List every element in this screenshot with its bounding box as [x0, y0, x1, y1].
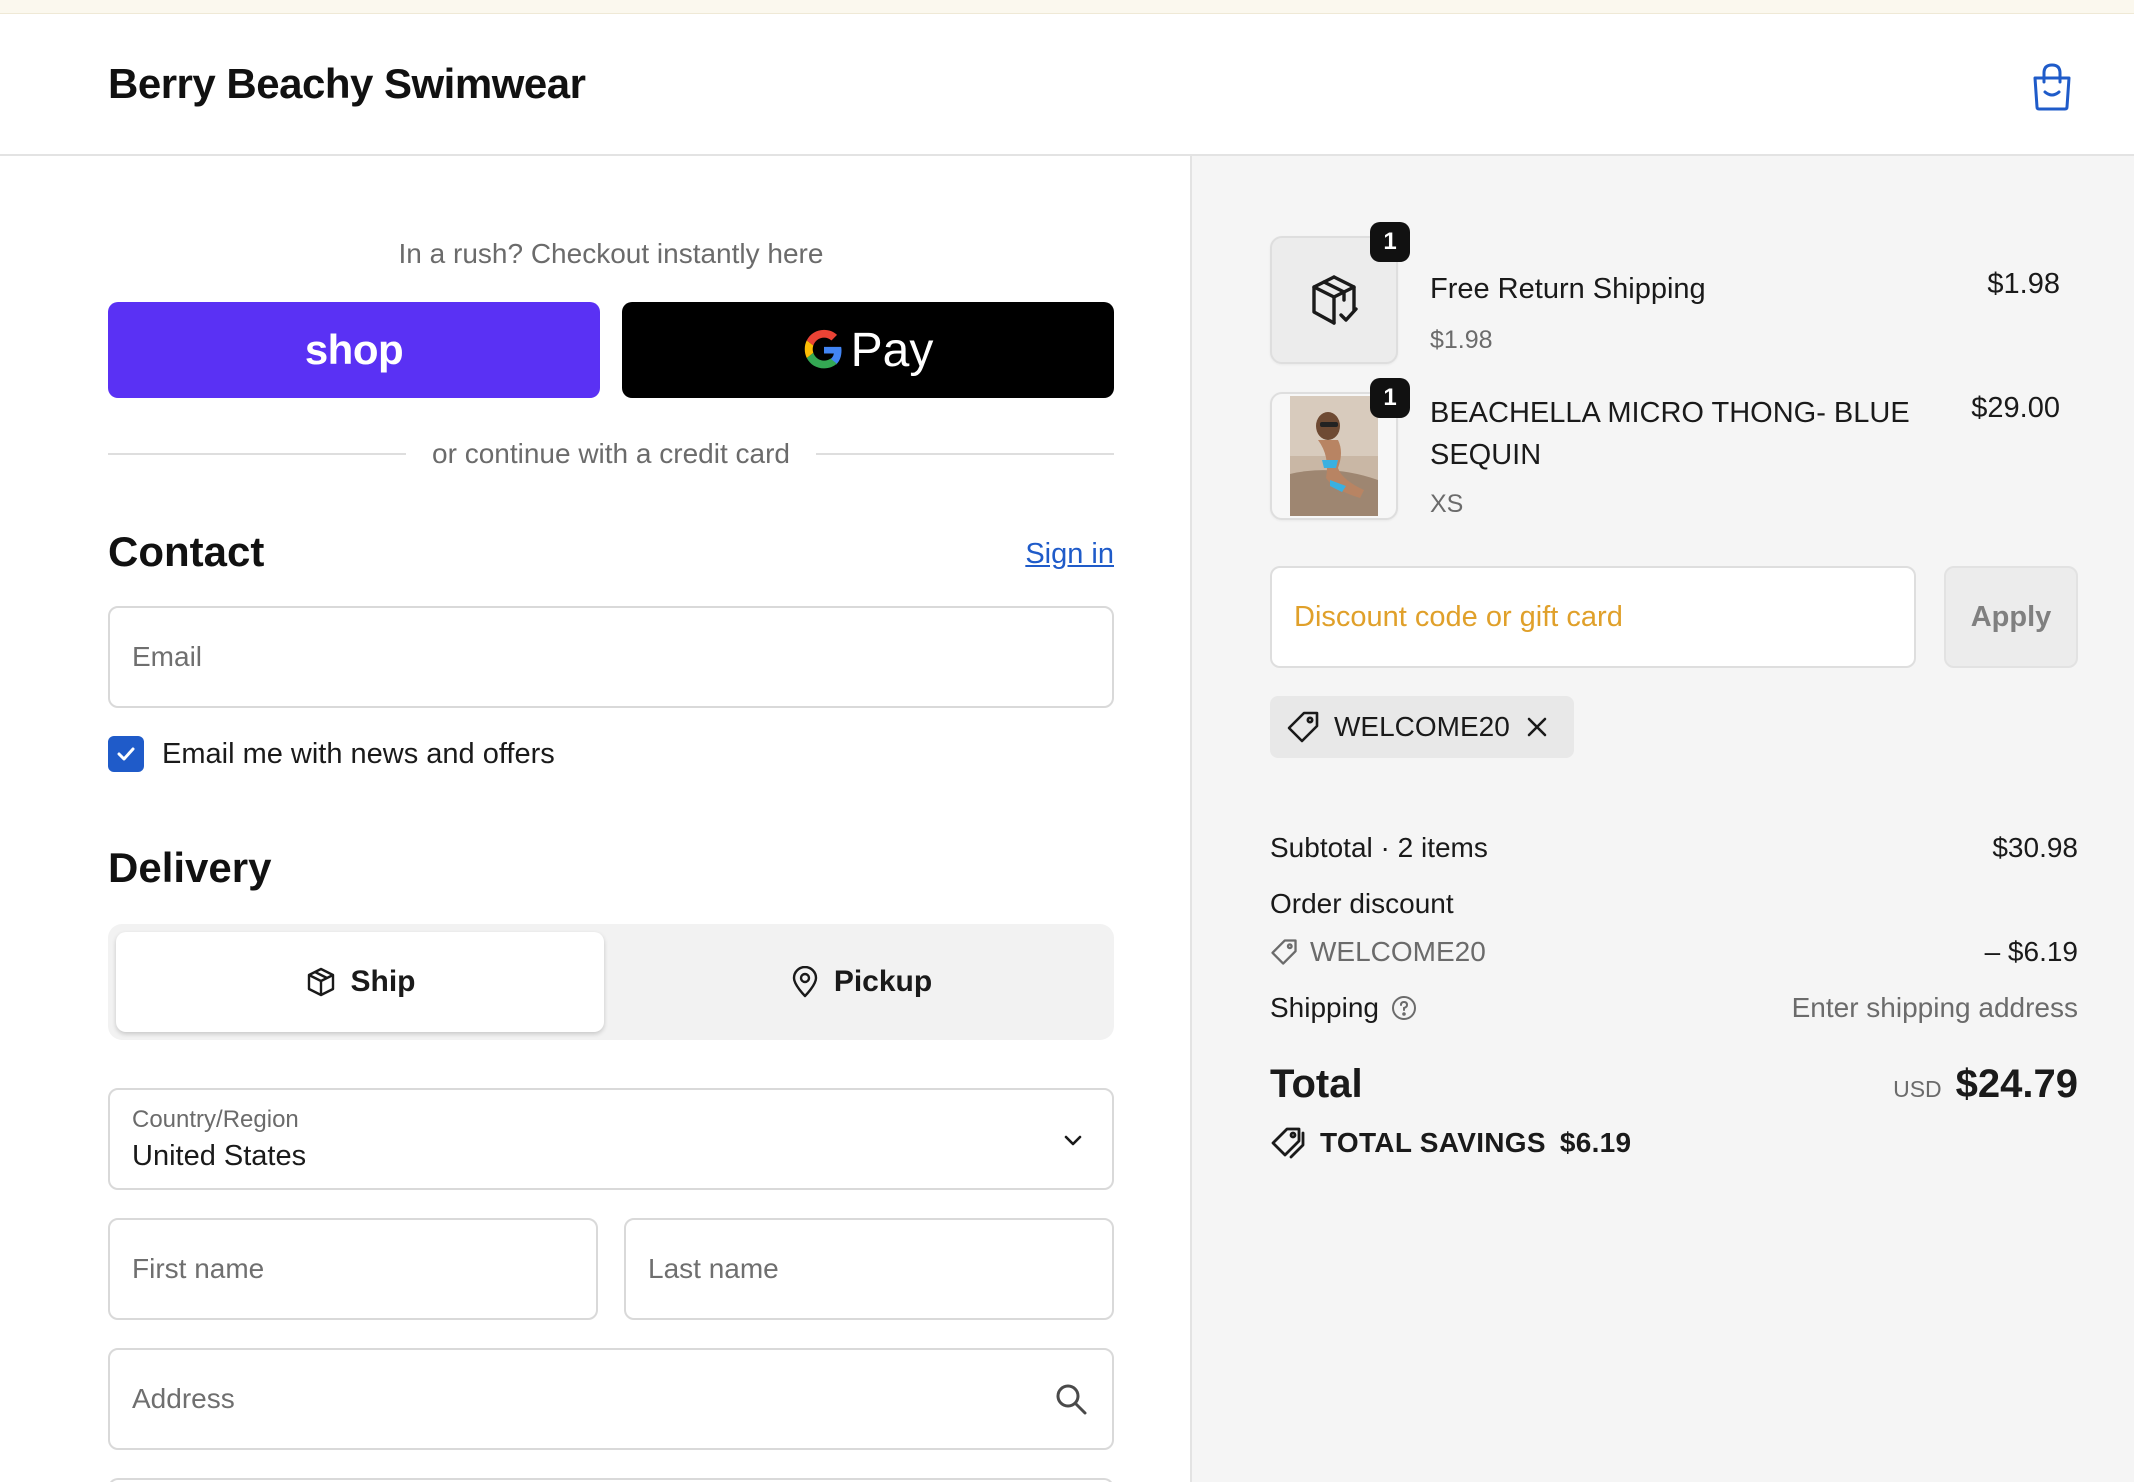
location-pin-icon [792, 966, 818, 998]
total-amount: USD $24.79 [1893, 1062, 2078, 1107]
quantity-badge: 1 [1370, 378, 1410, 418]
divider-line [108, 453, 407, 455]
checkout-header: Berry Beachy Swimwear [0, 14, 2134, 156]
applied-code: WELCOME20 [1334, 711, 1510, 742]
shipping-value: Enter shipping address [1791, 992, 2078, 1023]
last-name-field[interactable] [624, 1218, 1114, 1320]
total-currency: USD [1893, 1076, 1942, 1102]
total-label: Total [1270, 1062, 1363, 1106]
chevron-down-icon [1064, 1135, 1082, 1146]
quantity-badge: 1 [1370, 222, 1410, 262]
checkmark-icon [117, 747, 135, 761]
order-discount-row: Order discount [1270, 888, 2078, 920]
pickup-option[interactable]: Pickup [616, 932, 1106, 1032]
help-circle-icon[interactable] [1391, 995, 1417, 1021]
shipping-label: Shipping [1270, 992, 1379, 1023]
order-discount-label: Order discount [1270, 888, 1454, 919]
checkout-form: In a rush? Checkout instantly here shop … [0, 156, 1190, 1482]
tag-icon [1287, 711, 1319, 743]
first-name-field[interactable] [108, 1218, 598, 1320]
google-g-icon [804, 329, 842, 369]
store-name[interactable]: Berry Beachy Swimwear [108, 60, 586, 108]
item-subtitle: $1.98 [1430, 326, 1493, 354]
shop-pay-label: shop [304, 326, 404, 373]
sign-in-wrap: Sign in [900, 538, 1114, 571]
line-item: 1 Free Return Shipping $1.98 $1.98 [1270, 222, 2060, 366]
item-title: BEACHELLA MICRO THONG- BLUE SEQUIN [1430, 397, 1910, 471]
total-value: $24.79 [1955, 1062, 2078, 1106]
item-variant: XS [1430, 490, 1464, 518]
first-name-input[interactable] [132, 1220, 574, 1318]
discount-code-name: WELCOME20 [1310, 936, 1486, 967]
remove-code-icon[interactable] [1524, 714, 1550, 740]
line-item: 1 BEACHELLA MICRO THONG- BLUE SEQUIN XS … [1270, 378, 2060, 542]
apply-discount-button[interactable]: Apply [1944, 566, 2078, 668]
divider-text: or continue with a credit card [432, 438, 790, 469]
address-field[interactable] [108, 1348, 1114, 1450]
order-summary: 1 Free Return Shipping $1.98 $1.98 1 BEA… [1190, 156, 2134, 1482]
shop-pay-button[interactable]: shop [108, 302, 600, 398]
applied-discount-chip: WELCOME20 [1270, 696, 1574, 758]
subtotal-value: $30.98 [1992, 832, 2078, 863]
top-strip [0, 0, 2134, 14]
discount-field[interactable] [1270, 566, 1916, 668]
total-row: Total USD $24.79 [1270, 1062, 2078, 1107]
sign-in-link[interactable]: Sign in [1025, 538, 1114, 570]
shipping-row: Shipping Enter shipping address [1270, 992, 2078, 1024]
newsletter-label[interactable]: Email me with news and offers [162, 738, 555, 771]
express-divider: or continue with a credit card [108, 434, 1114, 474]
tag-icon [1271, 939, 1297, 965]
shopping-bag-icon[interactable] [2030, 62, 2074, 112]
google-pay-button[interactable]: Pay [622, 302, 1114, 398]
total-savings: TOTAL SAVINGS $6.19 [1270, 1126, 1631, 1160]
email-input[interactable] [132, 608, 1090, 706]
delivery-method-toggle: Ship Pickup [108, 924, 1114, 1040]
item-title: Free Return Shipping [1430, 273, 1706, 305]
package-icon [307, 967, 334, 997]
delivery-heading: Delivery [108, 844, 272, 891]
package-check-icon [1312, 275, 1358, 325]
savings-value: $6.19 [1559, 1127, 1632, 1158]
address-input[interactable] [132, 1350, 1090, 1448]
item-price: $1.98 [1987, 268, 2060, 300]
express-checkout-prompt: In a rush? Checkout instantly here [398, 238, 824, 269]
newsletter-checkbox[interactable] [108, 736, 144, 772]
search-icon[interactable] [1054, 1382, 1088, 1416]
subtotal-row: Subtotal · 2 items $30.98 [1270, 832, 2078, 864]
pickup-label: Pickup [833, 965, 933, 998]
ship-label: Ship [350, 965, 416, 998]
country-value: United States [132, 1140, 307, 1172]
discount-input[interactable] [1294, 568, 1894, 666]
country-select[interactable]: Country/Region United States [108, 1088, 1114, 1190]
discount-code-cell: WELCOME20 [1270, 936, 1486, 968]
subtotal-label: Subtotal · 2 items [1270, 832, 1488, 863]
divider-line [815, 453, 1114, 455]
address-line-2-field[interactable] [108, 1478, 1114, 1482]
savings-label: TOTAL SAVINGS [1320, 1127, 1546, 1158]
google-pay-label: Pay [850, 323, 934, 377]
country-label: Country/Region [132, 1106, 299, 1133]
item-price: $29.00 [1971, 392, 2060, 424]
tags-icon [1271, 1127, 1305, 1159]
newsletter-option[interactable]: Email me with news and offers [108, 736, 555, 772]
contact-heading: Contact [108, 528, 265, 575]
email-field[interactable] [108, 606, 1114, 708]
discount-code-row: WELCOME20 – $6.19 [1270, 936, 2078, 968]
discount-value: – $6.19 [1984, 936, 2078, 967]
last-name-input[interactable] [648, 1220, 1090, 1318]
ship-option[interactable]: Ship [116, 932, 604, 1032]
shipping-cell: Shipping [1270, 992, 1417, 1024]
